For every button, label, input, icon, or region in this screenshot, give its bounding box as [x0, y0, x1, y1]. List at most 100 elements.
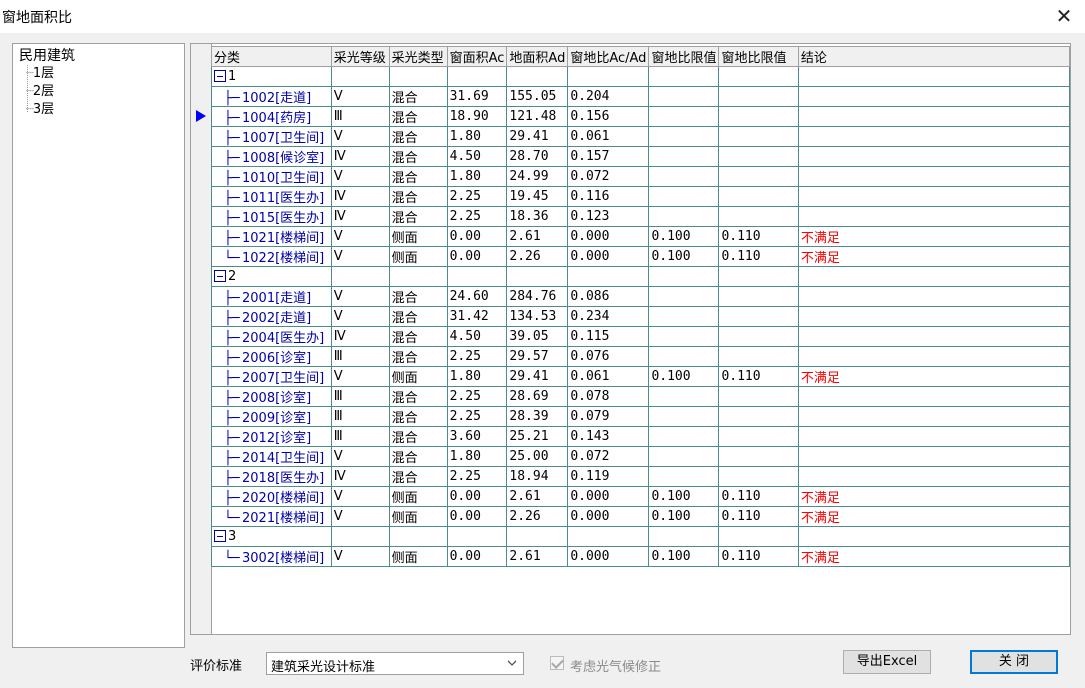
table-cell[interactable]: [648, 286, 720, 307]
table-cell[interactable]: 0.204: [567, 86, 650, 107]
table-cell[interactable]: 29.41: [506, 126, 569, 147]
table-cell[interactable]: 侧面: [388, 546, 448, 567]
table-cell[interactable]: 0.110: [718, 366, 799, 387]
table-cell[interactable]: 19.45: [506, 186, 569, 207]
table-cell[interactable]: Ⅳ: [330, 186, 390, 207]
table-cell[interactable]: [718, 406, 799, 427]
table-cell[interactable]: [797, 126, 1070, 147]
table-cell[interactable]: [718, 346, 799, 367]
table-cell[interactable]: 混合: [388, 166, 448, 187]
table-cell[interactable]: [718, 186, 799, 207]
room-cell[interactable]: ├─ 2004[医生办]: [211, 326, 332, 347]
table-cell[interactable]: 1.80: [446, 166, 508, 187]
table-cell[interactable]: [797, 306, 1070, 327]
table-row[interactable]: ├─ 1002[走道] Ⅴ 混合 31.69 155.05 0.204: [211, 86, 1070, 107]
table-cell[interactable]: 不满足: [797, 226, 1070, 247]
table-cell[interactable]: Ⅳ: [330, 206, 390, 227]
table-cell[interactable]: [797, 286, 1070, 307]
table-cell[interactable]: 混合: [388, 466, 448, 487]
table-cell[interactable]: [797, 106, 1070, 127]
close-icon[interactable]: ✕: [1053, 3, 1075, 29]
room-cell[interactable]: └─ 2021[楼梯间]: [211, 506, 332, 527]
table-cell[interactable]: [718, 106, 799, 127]
table-cell[interactable]: Ⅴ: [330, 506, 390, 527]
table-cell[interactable]: 1.80: [446, 446, 508, 467]
table-cell[interactable]: [648, 106, 720, 127]
collapse-icon[interactable]: [214, 270, 226, 282]
table-cell[interactable]: [648, 206, 720, 227]
column-header[interactable]: 采光等级: [330, 46, 390, 67]
table-cell[interactable]: 0.00: [446, 546, 508, 567]
table-cell[interactable]: 28.70: [506, 146, 569, 167]
table-cell[interactable]: [797, 186, 1070, 207]
table-cell[interactable]: Ⅴ: [330, 366, 390, 387]
room-cell[interactable]: ├─ 2012[诊室]: [211, 426, 332, 447]
table-row[interactable]: └─ 2021[楼梯间] Ⅴ 侧面 0.00 2.26 0.000 0.100 0.110 不满足: [211, 506, 1070, 527]
table-cell[interactable]: [648, 466, 720, 487]
table-cell[interactable]: 侧面: [388, 366, 448, 387]
table-cell[interactable]: 0.076: [567, 346, 650, 367]
table-cell[interactable]: 0.100: [648, 546, 720, 567]
table-cell[interactable]: 不满足: [797, 246, 1070, 267]
table-cell[interactable]: 0.000: [567, 246, 650, 267]
table-cell[interactable]: 25.00: [506, 446, 569, 467]
table-cell[interactable]: 2.61: [506, 226, 569, 247]
table-cell[interactable]: Ⅲ: [330, 386, 390, 407]
table-cell[interactable]: [718, 206, 799, 227]
table-row[interactable]: ├─ 2012[诊室] Ⅲ 混合 3.60 25.21 0.143: [211, 426, 1070, 447]
room-cell[interactable]: ├─ 2020[楼梯间]: [211, 486, 332, 507]
table-cell[interactable]: 31.69: [446, 86, 508, 107]
table-cell[interactable]: 0.110: [718, 546, 799, 567]
table-cell[interactable]: 侧面: [388, 486, 448, 507]
table-cell[interactable]: 混合: [388, 86, 448, 107]
table-cell[interactable]: [648, 426, 720, 447]
table-cell[interactable]: [648, 306, 720, 327]
table-cell[interactable]: Ⅴ: [330, 446, 390, 467]
table-cell[interactable]: 0.00: [446, 246, 508, 267]
table-cell[interactable]: Ⅳ: [330, 326, 390, 347]
table-row[interactable]: ├─ 1015[医生办] Ⅳ 混合 2.25 18.36 0.123: [211, 206, 1070, 227]
table-cell[interactable]: 混合: [388, 426, 448, 447]
room-cell[interactable]: ├─ 2009[诊室]: [211, 406, 332, 427]
table-cell[interactable]: 2.25: [446, 186, 508, 207]
table-cell[interactable]: 2.25: [446, 386, 508, 407]
column-header[interactable]: 窗面积Ac: [446, 46, 508, 67]
table-cell[interactable]: 29.41: [506, 366, 569, 387]
table-row[interactable]: ├─ 2009[诊室] Ⅲ 混合 2.25 28.39 0.079: [211, 406, 1070, 427]
table-cell[interactable]: 不满足: [797, 366, 1070, 387]
table-cell[interactable]: 0.100: [648, 366, 720, 387]
table-cell[interactable]: [797, 426, 1070, 447]
table-cell[interactable]: 0.110: [718, 486, 799, 507]
table-cell[interactable]: Ⅴ: [330, 546, 390, 567]
table-cell[interactable]: 0.123: [567, 206, 650, 227]
group-row[interactable]: 3: [211, 526, 1070, 547]
table-cell[interactable]: [797, 446, 1070, 467]
row-selector-gutter[interactable]: [191, 44, 212, 634]
table-cell[interactable]: 不满足: [797, 546, 1070, 567]
table-cell[interactable]: [718, 146, 799, 167]
table-cell[interactable]: [718, 426, 799, 447]
table-row[interactable]: ├─ 2006[诊室] Ⅲ 混合 2.25 29.57 0.076: [211, 346, 1070, 367]
group-row[interactable]: 1: [211, 66, 1070, 87]
table-cell[interactable]: 0.072: [567, 166, 650, 187]
table-cell[interactable]: [648, 186, 720, 207]
room-cell[interactable]: ├─ 1004[药房]: [211, 106, 332, 127]
table-cell[interactable]: 1.80: [446, 126, 508, 147]
table-cell[interactable]: 2.25: [446, 206, 508, 227]
group-cell[interactable]: 2: [211, 266, 332, 287]
table-cell[interactable]: [718, 306, 799, 327]
table-cell[interactable]: 2.26: [506, 506, 569, 527]
table-cell[interactable]: 0.078: [567, 386, 650, 407]
table-cell[interactable]: 0.110: [718, 246, 799, 267]
room-cell[interactable]: ├─ 1021[楼梯间]: [211, 226, 332, 247]
table-cell[interactable]: 0.000: [567, 226, 650, 247]
column-header[interactable]: 采光类型: [388, 46, 448, 67]
table-cell[interactable]: 0.00: [446, 506, 508, 527]
table-cell[interactable]: Ⅴ: [330, 486, 390, 507]
table-cell[interactable]: 不满足: [797, 506, 1070, 527]
table-cell[interactable]: Ⅴ: [330, 286, 390, 307]
table-cell[interactable]: 284.76: [506, 286, 569, 307]
table-cell[interactable]: 24.60: [446, 286, 508, 307]
group-cell[interactable]: 3: [211, 526, 332, 547]
table-cell[interactable]: 混合: [388, 186, 448, 207]
